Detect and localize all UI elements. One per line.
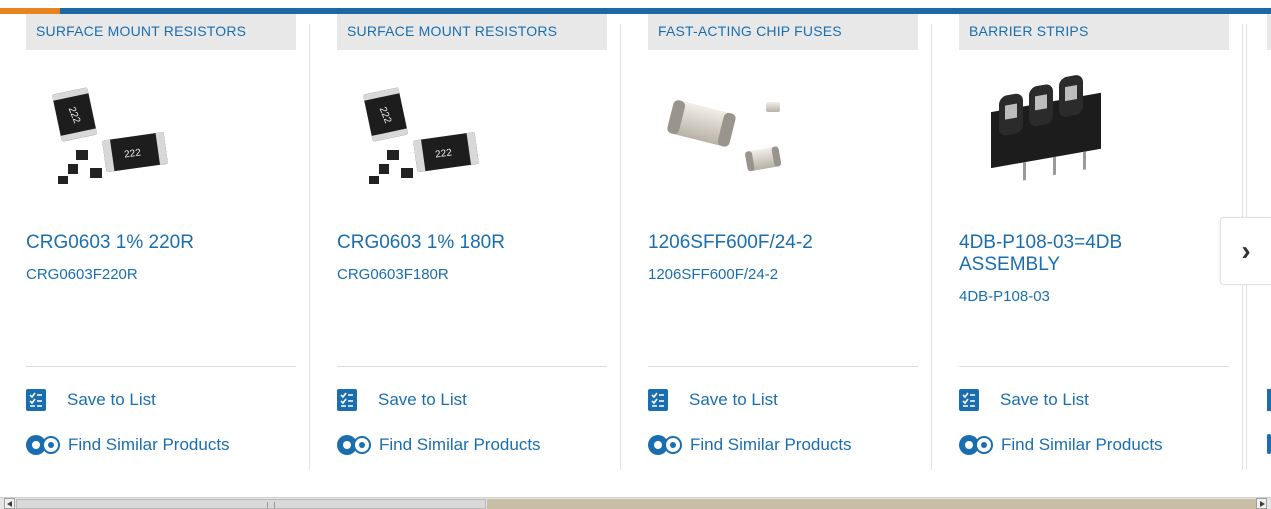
carousel-next-button[interactable]: › — [1220, 217, 1271, 285]
part-number-link[interactable]: 1206SFF600F/24-2 — [648, 266, 778, 283]
category-label[interactable] — [1267, 14, 1271, 50]
scrollbar-track[interactable] — [487, 499, 1257, 509]
checklist-icon — [959, 389, 979, 411]
checklist-icon — [26, 389, 46, 411]
find-similar-button[interactable]: Find Similar Products — [24, 432, 230, 458]
product-card: SURFACE MOUNT RESISTORS 222 222 CRG0603 … — [311, 14, 621, 470]
horizontal-scrollbar[interactable] — [0, 497, 1271, 509]
checklist-icon — [337, 389, 357, 411]
product-card: SURFACE MOUNT RESISTORS 222 222 CRG0603 … — [0, 14, 310, 470]
find-similar-label: Find Similar Products — [690, 435, 852, 454]
chip-resistor-icon[interactable]: 222 222 — [36, 72, 196, 192]
scroll-right-arrow[interactable] — [1256, 498, 1267, 509]
divider — [648, 366, 918, 367]
category-label[interactable]: SURFACE MOUNT RESISTORS — [26, 14, 296, 50]
gears-icon — [648, 435, 682, 455]
find-similar-button[interactable]: Find Similar Products — [957, 432, 1163, 458]
category-label[interactable]: BARRIER STRIPS — [959, 14, 1229, 50]
find-similar-label: Find Similar Products — [1001, 435, 1163, 454]
find-similar-label: Find Similar Products — [68, 435, 230, 454]
card-divider — [931, 24, 932, 470]
gears-icon — [26, 435, 60, 455]
product-carousel: SURFACE MOUNT RESISTORS 222 222 CRG0603 … — [0, 14, 1271, 470]
save-to-list-label: Save to List — [67, 390, 156, 409]
product-card: BARRIER STRIPS 4DB-P108-03=4DB ASSEMBLY … — [933, 14, 1243, 470]
save-to-list-label: Save to List — [1000, 390, 1089, 409]
card-divider — [620, 24, 621, 470]
save-to-list-button[interactable]: Save to List — [26, 387, 156, 413]
carousel-top-bar — [0, 0, 1271, 14]
find-similar-label: Find Similar Products — [379, 435, 541, 454]
category-label[interactable]: SURFACE MOUNT RESISTORS — [337, 14, 607, 50]
chip-resistor-icon[interactable]: 222 222 — [347, 72, 507, 192]
divider — [26, 366, 296, 367]
save-to-list-button[interactable]: Save to List — [959, 387, 1089, 413]
scroll-left-arrow[interactable] — [4, 498, 15, 509]
find-similar-button[interactable]: Find Similar Products — [646, 432, 852, 458]
checklist-icon[interactable] — [1267, 389, 1271, 411]
card-divider — [309, 24, 310, 470]
product-name-link[interactable]: CRG0603 1% 220R — [26, 232, 236, 254]
find-similar-button[interactable]: Find Similar Products — [335, 432, 541, 458]
save-to-list-button[interactable]: Save to List — [337, 387, 467, 413]
divider — [337, 366, 607, 367]
chip-fuse-icon[interactable] — [658, 72, 818, 192]
product-card: FAST-ACTING CHIP FUSES 1206SFF600F/24-2 … — [622, 14, 932, 470]
barrier-strip-icon[interactable] — [969, 72, 1129, 192]
chevron-right-icon: › — [1241, 235, 1251, 266]
scrollbar-thumb[interactable] — [16, 499, 486, 509]
gears-icon[interactable] — [1267, 434, 1271, 454]
checklist-icon — [648, 389, 668, 411]
save-to-list-button[interactable]: Save to List — [648, 387, 778, 413]
divider — [959, 366, 1229, 367]
product-name-link[interactable]: CRG0603 1% 180R — [337, 232, 547, 254]
gears-icon — [337, 435, 371, 455]
category-label[interactable]: FAST-ACTING CHIP FUSES — [648, 14, 918, 50]
save-to-list-label: Save to List — [378, 390, 467, 409]
part-number-link[interactable]: 4DB-P108-03 — [959, 288, 1050, 305]
save-to-list-label: Save to List — [689, 390, 778, 409]
gears-icon — [959, 435, 993, 455]
grip-icon — [267, 502, 275, 508]
product-name-link[interactable]: 1206SFF600F/24-2 — [648, 232, 858, 254]
part-number-link[interactable]: CRG0603F180R — [337, 266, 449, 283]
product-name-link[interactable]: 4DB-P108-03=4DB ASSEMBLY — [959, 232, 1169, 276]
part-number-link[interactable]: CRG0603F220R — [26, 266, 138, 283]
